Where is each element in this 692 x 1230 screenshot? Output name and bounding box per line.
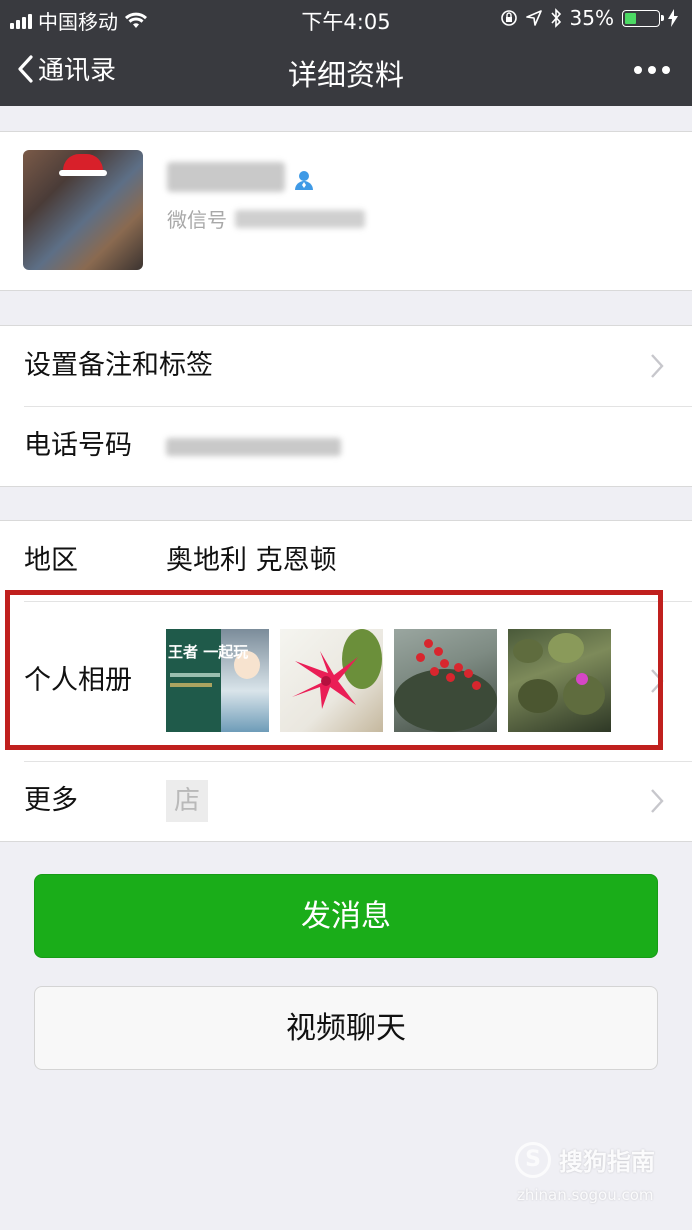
nav-bar: 通讯录 详细资料 bbox=[0, 36, 692, 106]
phone-label: 电话号码 bbox=[24, 430, 132, 461]
battery-percent: 35% bbox=[569, 6, 614, 30]
region-row: 地区 奥地利 克恩顿 bbox=[0, 521, 692, 601]
top-bar: 中国移动 下午4:05 35% 通讯录 详细资料 bbox=[0, 0, 692, 106]
location-icon bbox=[525, 10, 542, 26]
send-message-button[interactable]: 发消息 bbox=[34, 874, 658, 958]
orientation-lock-icon bbox=[500, 10, 517, 26]
region-value: 奥地利 克恩顿 bbox=[166, 545, 337, 576]
profile-card[interactable]: 微信号 bbox=[0, 131, 692, 291]
wechat-id-label: 微信号 bbox=[167, 208, 227, 232]
more-row[interactable]: 更多 bbox=[0, 761, 692, 841]
bluetooth-icon bbox=[550, 8, 561, 28]
more-label: 更多 bbox=[24, 785, 78, 816]
santa-hat-graphic bbox=[59, 154, 107, 176]
contact-verified-icon bbox=[295, 171, 313, 190]
watermark: S 搜狗指南 zhinan.sogou.com bbox=[515, 1142, 675, 1212]
page-title: 详细资料 bbox=[287, 58, 404, 92]
video-chat-button[interactable]: 视频聊天 bbox=[34, 986, 658, 1070]
more-dots-icon[interactable] bbox=[634, 52, 670, 88]
chevron-right-icon bbox=[651, 789, 664, 813]
phone-row[interactable]: 电话号码 bbox=[0, 406, 692, 486]
watermark-url: zhinan.sogou.com bbox=[517, 1186, 654, 1204]
highlight-frame bbox=[5, 590, 663, 750]
sogou-logo-icon: S bbox=[515, 1142, 551, 1178]
wechat-id: 微信号 bbox=[167, 204, 365, 233]
avatar[interactable] bbox=[23, 150, 143, 270]
store-icon: 店 bbox=[166, 780, 208, 822]
battery-fill bbox=[625, 12, 636, 24]
phone-number-blurred[interactable] bbox=[166, 438, 341, 456]
remark-phone-group: 设置备注和标签 电话号码 bbox=[0, 325, 692, 487]
chevron-right-icon bbox=[651, 354, 664, 378]
status-bar: 中国移动 下午4:05 35% bbox=[0, 0, 692, 36]
charging-icon bbox=[668, 9, 678, 27]
battery-icon bbox=[622, 9, 664, 27]
contact-name-blurred bbox=[167, 162, 285, 192]
remark-label: 设置备注和标签 bbox=[24, 350, 213, 381]
remark-row[interactable]: 设置备注和标签 bbox=[0, 326, 692, 406]
status-right: 35% bbox=[500, 6, 678, 30]
wechat-id-value-blurred bbox=[235, 209, 365, 228]
watermark-brand: 搜狗指南 bbox=[559, 1148, 655, 1176]
region-label: 地区 bbox=[24, 545, 78, 576]
